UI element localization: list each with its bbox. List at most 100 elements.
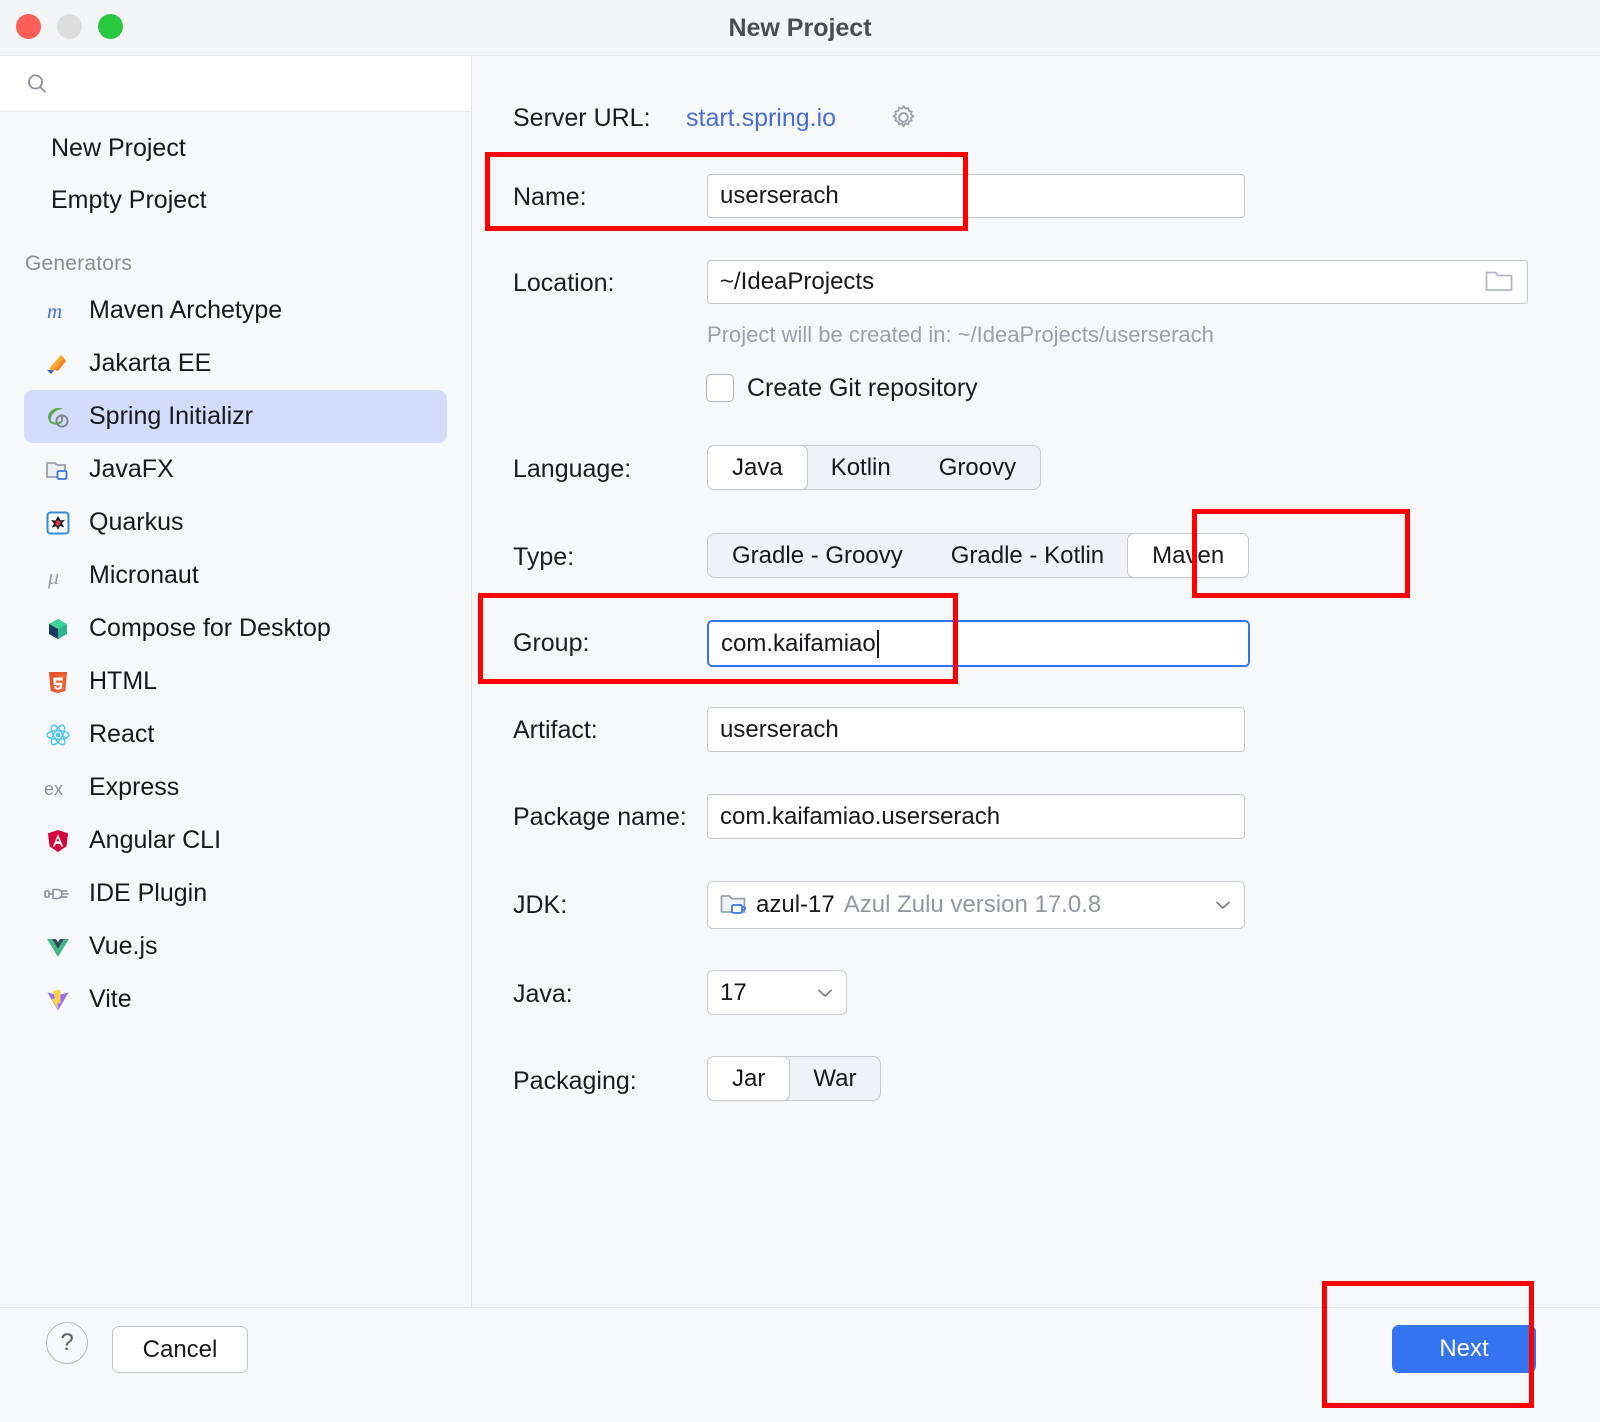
location-label: Location:: [513, 269, 615, 297]
maven-icon: m: [41, 296, 75, 326]
react-icon: [41, 720, 75, 750]
gear-icon[interactable]: [889, 103, 918, 137]
search-row: [0, 56, 471, 112]
location-hint: Project will be created in: ~/IdeaProjec…: [707, 322, 1214, 347]
next-button[interactable]: Next: [1392, 1325, 1536, 1373]
type-option-maven[interactable]: Maven: [1127, 533, 1250, 578]
sidebar-item-label: Micronaut: [89, 561, 199, 589]
create-git-repository-label: Create Git repository: [747, 374, 978, 402]
sidebar-item-new-project[interactable]: New Project: [0, 122, 471, 174]
text-caret: [876, 629, 879, 658]
generators-list: m Maven Archetype Jakarta EE Spring Init…: [0, 284, 471, 1026]
html5-icon: [41, 667, 75, 697]
sidebar-item-label: Angular CLI: [89, 826, 222, 854]
sidebar-item-label: Spring Initializr: [89, 402, 253, 430]
sidebar-item-jakarta-ee[interactable]: Jakarta EE: [24, 337, 447, 390]
language-segmented-control: Java Kotlin Groovy: [707, 445, 1042, 490]
vite-icon: [41, 985, 75, 1015]
javafx-icon: [41, 455, 75, 485]
sidebar-item-javafx[interactable]: JavaFX: [24, 443, 447, 496]
sidebar-item-label: New Project: [51, 133, 186, 162]
location-input[interactable]: [707, 260, 1528, 304]
packaging-option-jar[interactable]: Jar: [707, 1056, 791, 1101]
language-option-java[interactable]: Java: [707, 445, 808, 490]
cancel-button[interactable]: Cancel: [112, 1326, 248, 1373]
packaging-option-war[interactable]: War: [789, 1057, 880, 1100]
sidebar-item-label: Vue.js: [89, 932, 158, 960]
sidebar-item-compose-for-desktop[interactable]: Compose for Desktop: [24, 602, 447, 655]
sidebar: New Project Empty Project Generators m M…: [0, 56, 472, 1307]
svg-text:μ: μ: [47, 564, 59, 589]
sidebar-item-angular-cli[interactable]: Angular CLI: [24, 814, 447, 867]
group-label: Group:: [513, 629, 590, 657]
packaging-label: Packaging:: [513, 1067, 637, 1095]
sidebar-item-label: JavaFX: [89, 455, 174, 483]
search-input[interactable]: [62, 68, 456, 102]
angular-icon: [41, 826, 75, 856]
chevron-down-icon[interactable]: [1212, 894, 1234, 916]
sidebar-item-label: Compose for Desktop: [89, 614, 331, 642]
language-option-kotlin[interactable]: Kotlin: [807, 446, 915, 489]
help-button[interactable]: ?: [46, 1322, 88, 1364]
jdk-label: JDK:: [513, 891, 568, 919]
package-name-label: Package name:: [513, 803, 687, 831]
sidebar-item-html[interactable]: HTML: [24, 655, 447, 708]
jdk-value: azul-17: [756, 891, 835, 918]
type-segmented-control: Gradle - Groovy Gradle - Kotlin Maven: [707, 533, 1250, 578]
sidebar-item-maven-archetype[interactable]: m Maven Archetype: [24, 284, 447, 337]
search-icon: [25, 72, 49, 96]
title-bar: New Project: [0, 0, 1600, 56]
type-option-gradle-kotlin[interactable]: Gradle - Kotlin: [927, 534, 1128, 577]
language-option-groovy[interactable]: Groovy: [915, 446, 1040, 489]
plugin-icon: [41, 879, 75, 909]
server-url-label: Server URL:: [513, 104, 651, 132]
java-version-value: 17: [720, 978, 747, 1006]
sidebar-item-label: Jakarta EE: [89, 349, 212, 377]
jdk-combobox[interactable]: azul-17 Azul Zulu version 17.0.8: [707, 881, 1245, 929]
sidebar-item-label: HTML: [89, 667, 158, 695]
vue-icon: [41, 932, 75, 962]
language-label: Language:: [513, 455, 632, 483]
jdk-detail: Azul Zulu version 17.0.8: [843, 891, 1102, 918]
sidebar-item-vite[interactable]: Vite: [24, 973, 447, 1026]
group-input[interactable]: com.kaifamiao: [707, 620, 1250, 667]
sidebar-item-ide-plugin[interactable]: IDE Plugin: [24, 867, 447, 920]
sidebar-item-spring-initializr[interactable]: Spring Initializr: [24, 390, 447, 443]
sidebar-item-label: Express: [89, 773, 180, 801]
name-label: Name:: [513, 183, 587, 211]
sidebar-item-micronaut[interactable]: μ Micronaut: [24, 549, 447, 602]
server-url-link[interactable]: start.spring.io: [686, 104, 836, 133]
sidebar-item-label: Quarkus: [89, 508, 184, 536]
name-input[interactable]: [707, 174, 1245, 218]
jakarta-ee-icon: [41, 349, 75, 379]
group-input-value: com.kaifamiao: [721, 629, 876, 657]
type-option-gradle-groovy[interactable]: Gradle - Groovy: [708, 534, 927, 577]
java-version-combobox[interactable]: 17: [707, 970, 847, 1015]
quarkus-icon: [41, 508, 75, 538]
chevron-down-icon[interactable]: [814, 982, 836, 1004]
spring-icon: [41, 402, 75, 432]
artifact-input[interactable]: [707, 707, 1245, 752]
micronaut-icon: μ: [41, 561, 75, 591]
package-name-input[interactable]: [707, 794, 1245, 839]
java-label: Java:: [513, 980, 573, 1008]
packaging-segmented-control: Jar War: [707, 1056, 882, 1101]
jdk-folder-icon: [720, 893, 748, 917]
sidebar-item-react[interactable]: React: [24, 708, 447, 761]
sidebar-item-label: Empty Project: [51, 185, 207, 214]
sidebar-item-label: Maven Archetype: [89, 296, 283, 324]
page-title: New Project: [728, 14, 872, 42]
artifact-label: Artifact:: [513, 716, 598, 744]
type-label: Type:: [513, 543, 575, 571]
sidebar-item-quarkus[interactable]: Quarkus: [24, 496, 447, 549]
sidebar-item-empty-project[interactable]: Empty Project: [0, 174, 471, 226]
sidebar-item-label: React: [89, 720, 155, 748]
folder-icon[interactable]: [1485, 269, 1513, 299]
sidebar-simple-list: New Project Empty Project: [0, 112, 471, 226]
sidebar-item-label: Vite: [89, 985, 132, 1013]
sidebar-item-express[interactable]: ex Express: [24, 761, 447, 814]
sidebar-item-vuejs[interactable]: Vue.js: [24, 920, 447, 973]
create-git-repository-checkbox[interactable]: [706, 374, 734, 402]
sidebar-item-label: IDE Plugin: [89, 879, 208, 907]
svg-text:ex: ex: [44, 779, 63, 799]
